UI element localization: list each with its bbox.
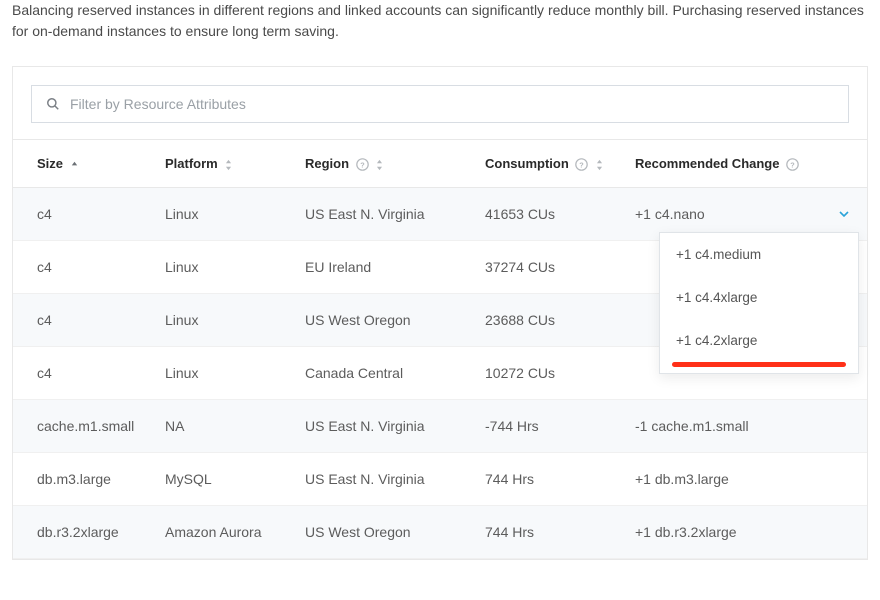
- col-header-region-label: Region: [305, 156, 349, 171]
- help-icon[interactable]: ?: [356, 158, 369, 171]
- cell-size: db.r3.2xlarge: [13, 506, 153, 559]
- cell-consumption: 744 Hrs: [473, 453, 623, 506]
- dropdown-item[interactable]: +1 c4.4xlarge: [660, 276, 858, 319]
- cell-consumption: 10272 CUs: [473, 347, 623, 400]
- cell-platform: MySQL: [153, 453, 293, 506]
- cell-size: db.m3.large: [13, 453, 153, 506]
- cell-region: US East N. Virginia: [293, 188, 473, 241]
- svg-text:?: ?: [790, 160, 795, 169]
- resource-table: Size Platform Region ? Consumption ?: [13, 139, 867, 559]
- resource-panel: Size Platform Region ? Consumption ?: [12, 66, 868, 560]
- cell-platform: Linux: [153, 188, 293, 241]
- col-header-recommended[interactable]: Recommended Change ?: [623, 140, 867, 188]
- cell-platform: Linux: [153, 241, 293, 294]
- cell-recommended[interactable]: +1 c4.nano +1 c4.medium +1 c4.4xlarge +1…: [623, 188, 867, 241]
- annotation-underline: [672, 362, 846, 367]
- filter-input-wrap[interactable]: [31, 85, 849, 123]
- search-icon: [46, 97, 60, 111]
- table-row[interactable]: cache.m1.small NA US East N. Virginia -7…: [13, 400, 867, 453]
- col-header-consumption-label: Consumption: [485, 156, 569, 171]
- cell-region: US West Oregon: [293, 506, 473, 559]
- page-description: Balancing reserved instances in differen…: [0, 0, 880, 54]
- cell-recommended: -1 cache.m1.small: [623, 400, 867, 453]
- cell-size: c4: [13, 188, 153, 241]
- table-row[interactable]: c4 Linux US East N. Virginia 41653 CUs +…: [13, 188, 867, 241]
- col-header-size[interactable]: Size: [13, 140, 153, 188]
- cell-consumption: 37274 CUs: [473, 241, 623, 294]
- cell-size: c4: [13, 241, 153, 294]
- svg-text:?: ?: [580, 160, 585, 169]
- recommended-value: +1 c4.nano: [635, 206, 705, 222]
- cell-consumption: -744 Hrs: [473, 400, 623, 453]
- filter-bar: [13, 67, 867, 139]
- table-row[interactable]: db.m3.large MySQL US East N. Virginia 74…: [13, 453, 867, 506]
- dropdown-item[interactable]: +1 c4.medium: [660, 233, 858, 276]
- dropdown-item[interactable]: +1 c4.2xlarge: [660, 319, 858, 362]
- cell-region: US East N. Virginia: [293, 400, 473, 453]
- cell-size: c4: [13, 347, 153, 400]
- caret-down-icon[interactable]: [839, 211, 849, 217]
- filter-input[interactable]: [70, 96, 834, 112]
- help-icon[interactable]: ?: [786, 158, 799, 171]
- col-header-platform-label: Platform: [165, 156, 218, 171]
- cell-size: cache.m1.small: [13, 400, 153, 453]
- cell-platform: NA: [153, 400, 293, 453]
- col-header-consumption[interactable]: Consumption ?: [473, 140, 623, 188]
- cell-consumption: 744 Hrs: [473, 506, 623, 559]
- cell-size: c4: [13, 294, 153, 347]
- recommended-dropdown: +1 c4.medium +1 c4.4xlarge +1 c4.2xlarge: [659, 232, 859, 374]
- cell-platform: Linux: [153, 347, 293, 400]
- cell-recommended: +1 db.m3.large: [623, 453, 867, 506]
- col-header-region[interactable]: Region ?: [293, 140, 473, 188]
- col-header-size-label: Size: [37, 156, 63, 171]
- table-row[interactable]: db.r3.2xlarge Amazon Aurora US West Oreg…: [13, 506, 867, 559]
- sort-both-icon: [595, 159, 604, 171]
- cell-region: US East N. Virginia: [293, 453, 473, 506]
- cell-consumption: 23688 CUs: [473, 294, 623, 347]
- cell-consumption: 41653 CUs: [473, 188, 623, 241]
- cell-region: EU Ireland: [293, 241, 473, 294]
- svg-text:?: ?: [360, 160, 365, 169]
- cell-platform: Linux: [153, 294, 293, 347]
- cell-region: Canada Central: [293, 347, 473, 400]
- col-header-recommended-label: Recommended Change: [635, 156, 779, 171]
- help-icon[interactable]: ?: [575, 158, 588, 171]
- table-header-row: Size Platform Region ? Consumption ?: [13, 140, 867, 188]
- col-header-platform[interactable]: Platform: [153, 140, 293, 188]
- cell-platform: Amazon Aurora: [153, 506, 293, 559]
- cell-recommended: +1 db.r3.2xlarge: [623, 506, 867, 559]
- sort-both-icon: [375, 159, 384, 171]
- sort-both-icon: [224, 159, 233, 171]
- sort-asc-icon: [70, 160, 79, 169]
- cell-region: US West Oregon: [293, 294, 473, 347]
